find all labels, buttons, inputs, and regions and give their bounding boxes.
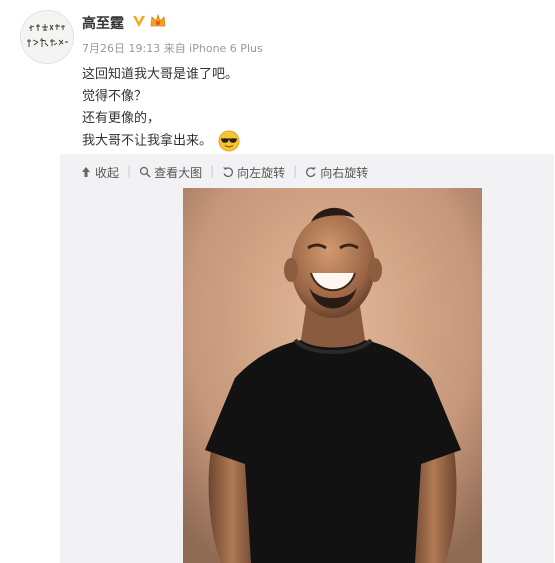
toolbar-divider: | <box>210 164 215 178</box>
sunglasses-emoji <box>218 130 240 152</box>
collapse-button[interactable]: 收起 <box>80 164 127 180</box>
collapse-icon <box>80 166 92 178</box>
image-toolbar: 收起 | 查看大图 | 向左旋转 | 向右旋转 <box>80 164 376 180</box>
username[interactable]: 高至霆 <box>82 13 124 33</box>
post-line-with-emoji: 我大哥不让我拿出来。 <box>82 130 240 153</box>
post-line: 我大哥不让我拿出来。 <box>82 133 213 149</box>
zoom-icon <box>139 166 151 178</box>
crown-icon <box>149 12 167 30</box>
view-large-label: 查看大图 <box>154 165 203 180</box>
toolbar-divider: | <box>293 164 298 178</box>
view-large-button[interactable]: 查看大图 <box>139 164 210 180</box>
post-line: 还有更像的， <box>82 111 161 126</box>
rotate-left-button[interactable]: 向左旋转 <box>222 164 293 180</box>
rotate-right-icon <box>305 166 317 178</box>
toolbar-divider: | <box>127 164 132 178</box>
rotate-left-icon <box>222 166 234 178</box>
rotate-right-label: 向右旋转 <box>320 165 369 180</box>
post-photo[interactable] <box>183 188 482 563</box>
post-content: 这回知道我大哥是谁了吧。 觉得不像？ 还有更像的， 我大哥不让我拿出来。 <box>82 64 240 153</box>
rotate-right-button[interactable]: 向右旋转 <box>305 164 376 180</box>
collapse-label: 收起 <box>95 165 120 180</box>
post-meta: 7月26日 19:13 来自 iPhone 6 Plus <box>82 42 263 55</box>
post-line: 这回知道我大哥是谁了吧。 <box>82 67 239 82</box>
rotate-left-label: 向左旋转 <box>237 165 286 180</box>
avatar[interactable] <box>20 10 74 64</box>
verified-icon <box>131 13 147 29</box>
post-line: 觉得不像？ <box>82 89 148 104</box>
